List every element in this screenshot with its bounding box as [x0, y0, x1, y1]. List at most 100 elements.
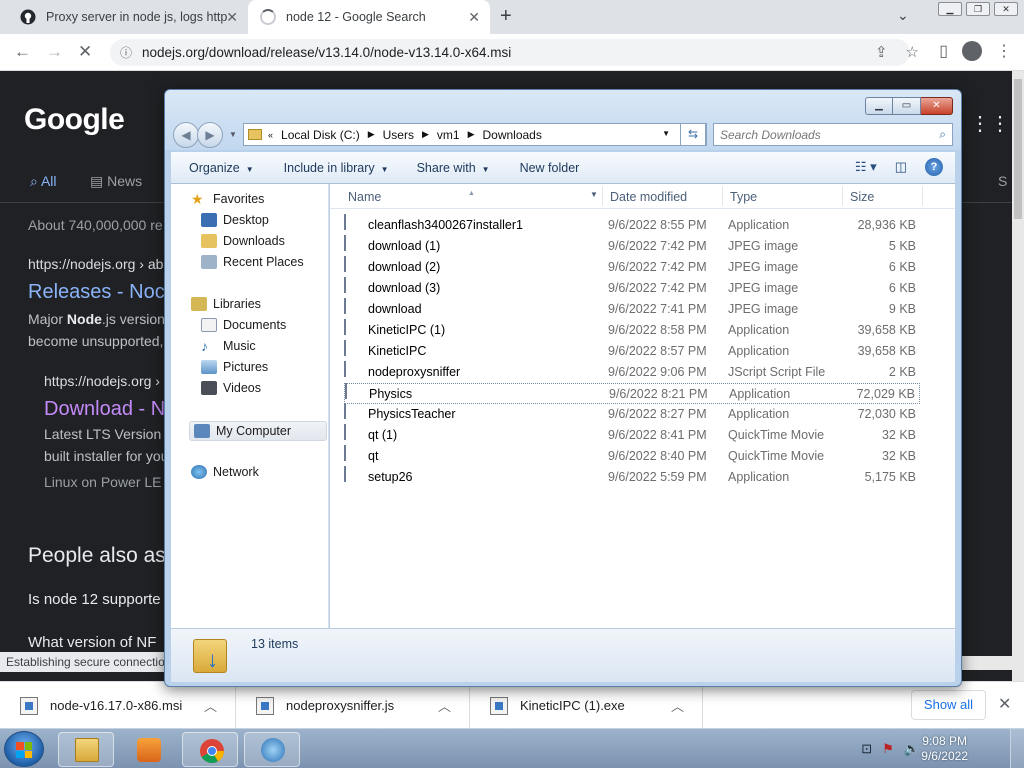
network-icon[interactable]: ⊡: [861, 741, 872, 757]
nav-favorites[interactable]: ★ Favorites: [191, 192, 264, 206]
back-button[interactable]: ◀: [173, 122, 199, 148]
breadcrumb-users[interactable]: Users: [383, 128, 414, 142]
paa-question-1[interactable]: Is node 12 supporte: [28, 591, 161, 608]
new-folder-button[interactable]: New folder: [520, 161, 580, 175]
download-item-node-msi[interactable]: node-v16.17.0-x86.msi ︿: [0, 682, 236, 729]
start-button[interactable]: [4, 731, 44, 767]
explorer-address-bar[interactable]: « Local Disk (C:) ▶ Users ▶ vm1 ▶ Downlo…: [243, 123, 707, 146]
address-bar[interactable]: ⓘ nodejs.org/download/release/v13.14.0/n…: [110, 39, 910, 66]
breadcrumb-chevron-icon[interactable]: ▶: [468, 129, 475, 140]
close-tab-icon[interactable]: ✕: [226, 9, 238, 26]
stop-loading-icon[interactable]: ✕: [78, 42, 92, 62]
file-row[interactable]: download (2) 9/6/2022 7:42 PM JPEG image 6 …: [344, 256, 920, 278]
preview-pane-icon[interactable]: ◫: [895, 159, 907, 175]
result-2-title[interactable]: Download - N: [44, 398, 165, 421]
file-row[interactable]: qt 9/6/2022 8:40 PM QuickTime Movie 32 KB: [344, 445, 920, 467]
volume-icon[interactable]: 🔈: [904, 741, 920, 757]
file-row[interactable]: cleanflash3400267installer1 9/6/2022 8:55…: [344, 214, 920, 236]
download-item-js[interactable]: nodeproxysniffer.js ︿: [236, 682, 470, 729]
nav-libraries[interactable]: Libraries: [191, 297, 261, 311]
tab-overflow[interactable]: S: [998, 173, 1007, 189]
bookmark-star-icon[interactable]: ☆: [906, 43, 919, 61]
back-arrow-icon[interactable]: ←: [14, 42, 31, 62]
column-divider[interactable]: [722, 186, 723, 206]
side-panel-icon[interactable]: ▯: [939, 41, 948, 61]
scrollbar-thumb[interactable]: [1014, 79, 1022, 219]
taskbar-media-player[interactable]: [120, 732, 176, 767]
chevron-up-icon[interactable]: ︿: [671, 696, 684, 715]
horizontal-scrollbar[interactable]: [960, 656, 1024, 670]
minimize-window-button[interactable]: ▁: [938, 2, 962, 16]
file-row[interactable]: PhysicsTeacher 9/6/2022 8:27 PM Applicatio…: [344, 403, 920, 425]
paa-question-2[interactable]: What version of NF: [28, 634, 156, 651]
breadcrumb-vm1[interactable]: vm1: [437, 128, 460, 142]
file-row[interactable]: KineticIPC (1) 9/6/2022 8:58 PM Applicatio…: [344, 319, 920, 341]
taskbar-clock[interactable]: 9:08 PM 9/6/2022: [921, 734, 968, 764]
nav-music[interactable]: ♪ Music: [201, 339, 256, 353]
change-view-icon[interactable]: ☷ ▾: [855, 159, 877, 175]
breadcrumb-local-disk[interactable]: Local Disk (C:): [281, 128, 360, 142]
file-row[interactable]: setup26 9/6/2022 5:59 PM Application 5,175 …: [344, 466, 920, 488]
include-in-library-menu[interactable]: Include in library ▼: [284, 161, 389, 175]
breadcrumb-chevron-icon[interactable]: ▶: [422, 129, 429, 140]
organize-menu[interactable]: Organize ▼: [189, 161, 254, 175]
tab-news[interactable]: ▤ News: [90, 173, 142, 190]
file-row[interactable]: qt (1) 9/6/2022 8:41 PM QuickTime Movie 32 …: [344, 424, 920, 446]
nav-videos[interactable]: Videos: [201, 381, 261, 395]
column-size[interactable]: Size: [850, 190, 874, 204]
menu-dots-icon[interactable]: ⋮: [996, 41, 1012, 61]
tab-proxy-server[interactable]: Proxy server in node js, logs http ✕: [8, 0, 248, 34]
nav-my-computer[interactable]: My Computer: [189, 421, 327, 441]
column-filter-dropdown-icon[interactable]: ▼: [590, 190, 598, 199]
profile-avatar-icon[interactable]: [962, 41, 982, 61]
address-dropdown-icon[interactable]: ▼: [662, 129, 670, 138]
refresh-icon[interactable]: ⇆: [680, 123, 706, 146]
show-all-button[interactable]: Show all: [911, 690, 986, 720]
search-downloads-input[interactable]: Search Downloads ⌕: [713, 123, 953, 146]
tab-search-chevron-icon[interactable]: ⌄: [897, 7, 909, 24]
nav-desktop[interactable]: Desktop: [201, 213, 269, 227]
column-name[interactable]: Name: [348, 190, 381, 204]
close-downloads-bar-icon[interactable]: ✕: [998, 694, 1011, 714]
recent-locations-dropdown-icon[interactable]: ▼: [229, 130, 237, 139]
restore-window-button[interactable]: ❐: [966, 2, 990, 16]
new-tab-button[interactable]: +: [500, 5, 512, 28]
file-row[interactable]: download 9/6/2022 7:41 PM JPEG image 9 KB: [344, 298, 920, 320]
share-icon[interactable]: ⇪: [875, 43, 888, 61]
file-row[interactable]: download (3) 9/6/2022 7:42 PM JPEG image 6 …: [344, 277, 920, 299]
result-1-cite[interactable]: https://nodejs.org › ab: [28, 256, 163, 272]
forward-arrow-icon[interactable]: →: [46, 42, 63, 62]
taskbar-kinetic-app[interactable]: [244, 732, 300, 767]
action-center-flag-icon[interactable]: ⚑: [882, 741, 894, 757]
download-item-exe[interactable]: KineticIPC (1).exe ︿: [470, 682, 703, 729]
chevron-up-icon[interactable]: ︿: [438, 696, 451, 715]
result-1-title[interactable]: Releases - Noc: [28, 281, 165, 304]
chevron-up-icon[interactable]: ︿: [204, 696, 217, 715]
nav-pictures[interactable]: Pictures: [201, 360, 268, 374]
taskbar-chrome[interactable]: [182, 732, 238, 767]
share-with-menu[interactable]: Share with ▼: [417, 161, 490, 175]
result-2-cite[interactable]: https://nodejs.org ›: [44, 373, 160, 389]
show-desktop-button[interactable]: [1010, 729, 1024, 768]
column-divider[interactable]: [842, 186, 843, 206]
explorer-close-button[interactable]: ✕: [921, 97, 953, 115]
explorer-maximize-button[interactable]: ▭: [893, 97, 921, 115]
file-row[interactable]: download (1) 9/6/2022 7:42 PM JPEG image 5 …: [344, 235, 920, 257]
column-type[interactable]: Type: [730, 190, 757, 204]
explorer-minimize-button[interactable]: ▁: [865, 97, 893, 115]
nav-recent-places[interactable]: Recent Places: [201, 255, 304, 269]
breadcrumb-chevron-icon[interactable]: ▶: [368, 129, 375, 140]
breadcrumb-overflow-icon[interactable]: «: [268, 130, 273, 140]
nav-downloads[interactable]: Downloads: [201, 234, 285, 248]
nav-network[interactable]: Network: [191, 465, 259, 479]
tab-google-search[interactable]: node 12 - Google Search ✕: [248, 0, 490, 34]
file-row[interactable]: KineticIPC 9/6/2022 8:57 PM Application 39,…: [344, 340, 920, 362]
column-date-modified[interactable]: Date modified: [610, 190, 687, 204]
search-icon[interactable]: ⌕: [939, 127, 946, 142]
site-info-icon[interactable]: ⓘ: [120, 44, 132, 61]
file-row[interactable]: nodeproxysniffer 9/6/2022 9:06 PM JScript …: [344, 361, 920, 383]
help-icon[interactable]: ?: [925, 158, 943, 176]
vertical-scrollbar[interactable]: [1012, 71, 1024, 681]
close-tab-icon[interactable]: ✕: [468, 9, 480, 26]
forward-button[interactable]: ▶: [197, 122, 223, 148]
